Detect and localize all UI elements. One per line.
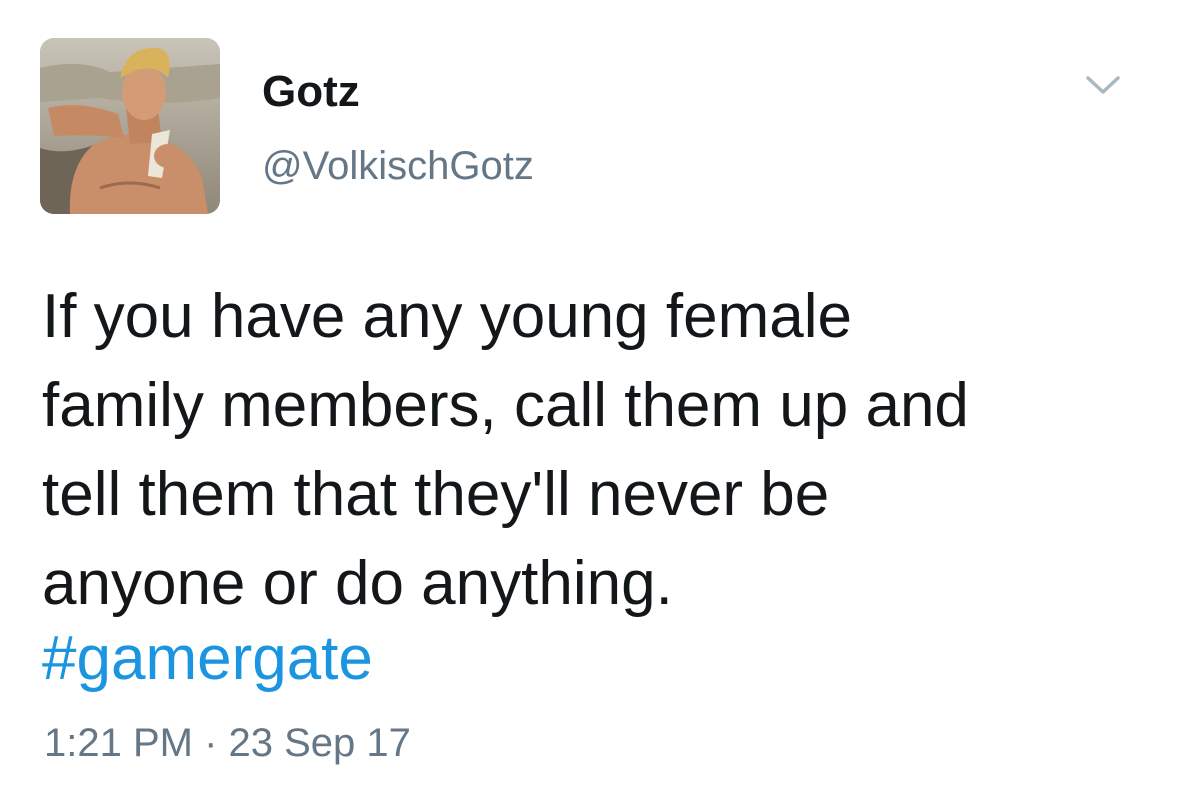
author-display-name[interactable]: Gotz xyxy=(262,70,360,114)
tweet-text-line: If you have any young female xyxy=(42,282,852,351)
tweet-text-line: tell them that they'll never be xyxy=(42,460,830,529)
tweet-text: If you have any young female family memb… xyxy=(42,272,1172,628)
tweet-text-line: family members, call them up and xyxy=(42,371,969,440)
author-handle[interactable]: @VolkischGotz xyxy=(262,146,534,186)
avatar[interactable] xyxy=(40,38,220,214)
avatar-image xyxy=(40,38,220,214)
hashtag-link[interactable]: #gamergate xyxy=(42,614,373,703)
tweet-card: Gotz @VolkischGotz If you have any young… xyxy=(0,0,1200,794)
chevron-down-icon[interactable] xyxy=(1082,70,1124,100)
tweet-timestamp[interactable]: 1:21 PM · 23 Sep 17 xyxy=(44,723,411,763)
